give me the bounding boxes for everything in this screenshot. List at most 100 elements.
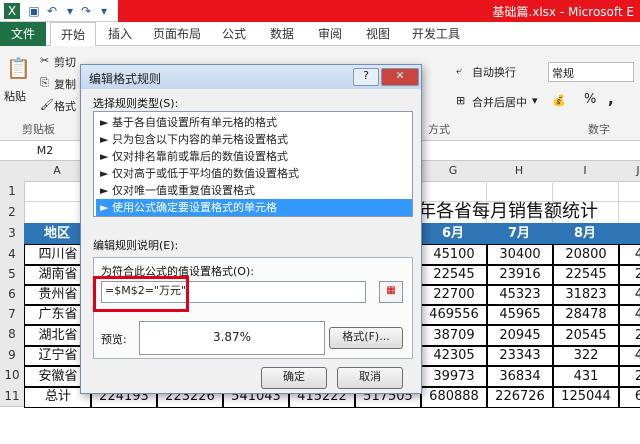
rule-type-item[interactable]: ► 仅对排名靠前或靠后的数值设置格式 bbox=[96, 148, 412, 165]
cell[interactable] bbox=[618, 223, 640, 245]
cell[interactable]: 6月 bbox=[420, 223, 487, 245]
cell[interactable]: 45100 bbox=[420, 244, 488, 266]
cell[interactable]: 23916 bbox=[486, 264, 554, 286]
cell[interactable]: 469556 bbox=[420, 304, 488, 326]
wrap-text-icon[interactable]: ⤶ bbox=[456, 64, 462, 78]
cell[interactable]: 20945 bbox=[486, 324, 554, 347]
rule-type-item[interactable]: ► 使用公式确定要设置格式的单元格 bbox=[96, 199, 412, 216]
merge-center-button[interactable]: 合并后居中 bbox=[472, 94, 527, 110]
format-painter-icon[interactable]: 🖌 bbox=[40, 98, 54, 111]
column-header[interactable]: I bbox=[552, 161, 619, 182]
number-format-dropdown[interactable]: 常规 bbox=[548, 62, 634, 82]
merge-dropdown-icon[interactable]: ▾ bbox=[532, 94, 538, 107]
cut-icon[interactable]: ✂ bbox=[40, 54, 49, 67]
row-header[interactable]: 7 bbox=[0, 304, 25, 325]
cell[interactable] bbox=[618, 201, 640, 224]
row-header[interactable]: 8 bbox=[0, 324, 25, 346]
cell[interactable]: 45965 bbox=[486, 304, 554, 326]
cell[interactable]: 4 bbox=[618, 345, 640, 367]
format-painter-button[interactable]: 格式 bbox=[54, 98, 76, 114]
cell[interactable]: 125044 bbox=[552, 386, 620, 408]
close-button[interactable]: ✕ bbox=[381, 68, 419, 86]
cell[interactable]: 4 bbox=[618, 284, 640, 306]
cell[interactable]: 2 bbox=[618, 264, 640, 286]
copy-button[interactable]: 复制 bbox=[54, 76, 76, 92]
format-button[interactable]: 格式(F)... bbox=[329, 327, 403, 349]
undo-dropdown-icon[interactable]: ▾ bbox=[62, 3, 78, 19]
rule-type-list[interactable]: ► 基于各自值设置所有单元格的格式 ► 只为包含以下内容的单元格设置格式 ► 仅对排… bbox=[93, 111, 413, 217]
cell[interactable]: 322 bbox=[552, 345, 620, 367]
customize-qat-icon[interactable]: ▾ bbox=[96, 3, 112, 19]
row-header[interactable]: 10 bbox=[0, 365, 25, 387]
row-header[interactable]: 1 bbox=[0, 181, 25, 202]
column-header[interactable]: G bbox=[420, 161, 487, 182]
cell[interactable]: 4 bbox=[618, 244, 640, 266]
currency-icon[interactable]: 💰 bbox=[552, 94, 566, 107]
cell[interactable]: 20800 bbox=[552, 244, 620, 266]
cell[interactable]: 4 bbox=[618, 304, 640, 326]
cell[interactable]: 2 bbox=[618, 324, 640, 347]
row-header[interactable]: 6 bbox=[0, 284, 25, 305]
cell[interactable]: 20545 bbox=[552, 324, 620, 347]
ok-button[interactable]: 确定 bbox=[261, 367, 327, 389]
select-all-corner[interactable] bbox=[0, 161, 25, 182]
copy-icon[interactable]: ⎘ bbox=[40, 76, 49, 90]
cell[interactable]: 31823 bbox=[552, 284, 620, 306]
paste-icon[interactable]: 📋 bbox=[6, 56, 31, 80]
tab-page-layout[interactable]: 页面布局 bbox=[146, 22, 208, 46]
wrap-text-button[interactable]: 自动换行 bbox=[472, 64, 516, 80]
tab-data[interactable]: 数据 bbox=[262, 22, 302, 46]
name-box[interactable]: M2 bbox=[0, 141, 91, 161]
cell[interactable]: 680888 bbox=[420, 386, 488, 408]
rule-type-item[interactable]: ► 仅对高于或低于平均值的数值设置格式 bbox=[96, 165, 412, 182]
cell[interactable]: 38709 bbox=[420, 324, 488, 347]
cancel-button[interactable]: 取消 bbox=[337, 367, 403, 389]
help-button[interactable]: ? bbox=[353, 68, 379, 86]
tab-file[interactable]: 文件 bbox=[0, 22, 46, 46]
row-header[interactable]: 5 bbox=[0, 264, 25, 285]
row-header[interactable]: 4 bbox=[0, 244, 25, 265]
percent-button[interactable]: % bbox=[584, 92, 596, 107]
rule-type-item[interactable]: ► 仅对唯一值或重复值设置格式 bbox=[96, 182, 412, 199]
cell[interactable] bbox=[618, 181, 640, 202]
cell[interactable]: 23343 bbox=[486, 345, 554, 367]
tab-developer[interactable]: 开发工具 bbox=[406, 22, 466, 46]
tab-review[interactable]: 审阅 bbox=[310, 22, 350, 46]
tab-formulas[interactable]: 公式 bbox=[214, 22, 254, 46]
column-header[interactable]: J bbox=[618, 161, 640, 182]
cell[interactable]: 42305 bbox=[420, 345, 488, 367]
redo-icon[interactable]: ↷ bbox=[78, 3, 94, 19]
row-header[interactable]: 3 bbox=[0, 223, 25, 245]
cell[interactable]: 28478 bbox=[552, 304, 620, 326]
rule-type-item[interactable]: ► 只为包含以下内容的单元格设置格式 bbox=[96, 131, 412, 148]
row-header[interactable]: 9 bbox=[0, 345, 25, 366]
cell[interactable]: 7月 bbox=[486, 223, 553, 245]
cell[interactable]: 22545 bbox=[420, 264, 488, 286]
comma-button[interactable]: , bbox=[608, 90, 614, 108]
rule-type-item[interactable]: ► 基于各自值设置所有单元格的格式 bbox=[96, 114, 412, 131]
cut-button[interactable]: 剪切 bbox=[54, 54, 76, 70]
cell[interactable]: 22700 bbox=[420, 284, 488, 306]
undo-icon[interactable]: ↶ bbox=[44, 3, 60, 19]
tab-home[interactable]: 开始 bbox=[50, 22, 96, 48]
merge-center-icon[interactable]: ⊞ bbox=[456, 94, 465, 107]
cell[interactable]: 36834 bbox=[486, 365, 554, 388]
save-icon[interactable]: ▣ bbox=[26, 3, 42, 19]
cell[interactable]: 431 bbox=[552, 365, 620, 388]
cell[interactable]: 45323 bbox=[486, 284, 554, 306]
range-picker-icon[interactable]: ▦ bbox=[379, 281, 403, 303]
cell[interactable]: 6 bbox=[618, 386, 640, 408]
tab-insert[interactable]: 插入 bbox=[100, 22, 140, 46]
row-header[interactable]: 2 bbox=[0, 201, 25, 224]
column-header[interactable]: H bbox=[486, 161, 553, 182]
cell[interactable]: 30400 bbox=[486, 244, 554, 266]
tab-view[interactable]: 视图 bbox=[358, 22, 398, 46]
paste-button[interactable]: 粘贴 bbox=[4, 88, 26, 104]
cell[interactable]: 22545 bbox=[552, 264, 620, 286]
cell[interactable]: 2 bbox=[618, 365, 640, 388]
cell[interactable]: 226726 bbox=[486, 386, 554, 408]
cell[interactable]: 8月 bbox=[552, 223, 619, 245]
rule-type-label: 选择规则类型(S): bbox=[93, 97, 179, 110]
row-header[interactable]: 11 bbox=[0, 386, 25, 407]
cell[interactable]: 39973 bbox=[420, 365, 488, 388]
